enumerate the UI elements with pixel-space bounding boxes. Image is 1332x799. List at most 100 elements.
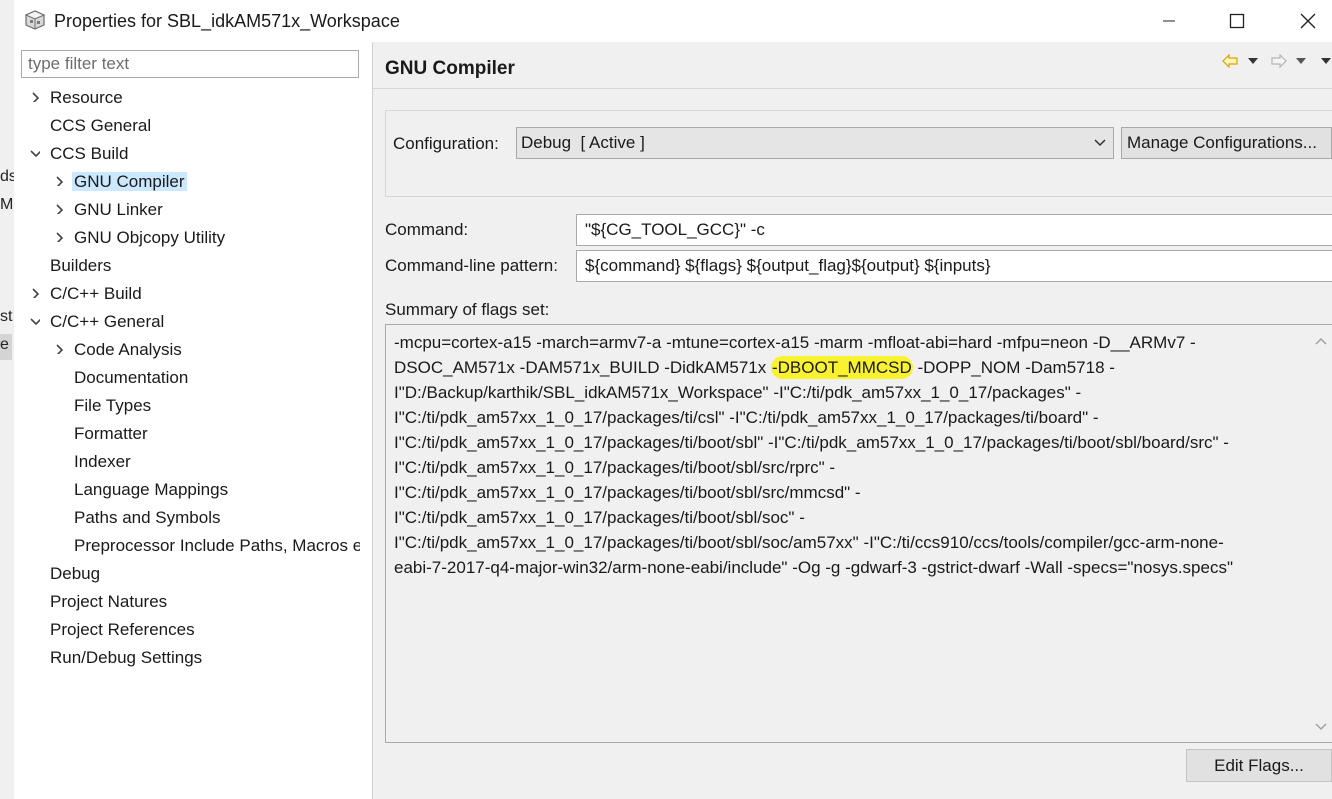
tree-item-label: GNU Compiler xyxy=(72,172,187,191)
chevron-down-icon xyxy=(1094,139,1106,147)
tree-item-documentation[interactable]: Documentation xyxy=(72,364,190,392)
flags-summary-box[interactable]: -mcpu=cortex-a15 -march=armv7-a -mtune=c… xyxy=(385,324,1332,743)
chevron-down-icon[interactable] xyxy=(30,148,40,158)
manage-configurations-button[interactable]: Manage Configurations... xyxy=(1121,127,1332,159)
maximize-button[interactable] xyxy=(1214,0,1260,42)
tree-item-project-natures[interactable]: Project Natures xyxy=(48,588,169,616)
chevron-right-icon[interactable] xyxy=(54,204,64,214)
flags-summary-line: I"C:/ti/pdk_am57xx_1_0_17/packages/ti/bo… xyxy=(394,430,1304,455)
flags-summary-line: I"C:/ti/pdk_am57xx_1_0_17/packages/ti/bo… xyxy=(394,505,1304,530)
flags-summary-line: -mcpu=cortex-a15 -march=armv7-a -mtune=c… xyxy=(394,330,1304,355)
flags-summary-line: I"C:/ti/pdk_am57xx_1_0_17/packages/ti/bo… xyxy=(394,455,1304,480)
chevron-right-icon[interactable] xyxy=(54,232,64,242)
tree-item-label: Project Natures xyxy=(50,592,168,611)
flags-text: I"C:/ti/pdk_am57xx_1_0_17/packages/ti/bo… xyxy=(394,533,1224,552)
tree-item-label: CCS Build xyxy=(50,144,129,163)
flags-text: I"C:/ti/pdk_am57xx_1_0_17/packages/ti/bo… xyxy=(394,458,836,477)
tree-item-gnu-objcopy-utility[interactable]: GNU Objcopy Utility xyxy=(72,224,227,252)
tree-item-paths-and-symbols[interactable]: Paths and Symbols xyxy=(72,504,222,532)
flags-text: -DOPP_NOM -Dam5718 - xyxy=(912,358,1115,377)
flags-text: I"C:/ti/pdk_am57xx_1_0_17/packages/ti/bo… xyxy=(394,508,805,527)
tree-item-c-c-general[interactable]: C/C++ General xyxy=(48,308,166,336)
background-fragment: st xyxy=(0,308,13,325)
view-menu-icon xyxy=(1321,58,1331,64)
highlighted-flag: -DBOOT_MMCSD xyxy=(770,356,913,379)
vertical-scrollbar[interactable] xyxy=(1310,325,1332,742)
tree-item-label: CCS General xyxy=(50,116,152,135)
chevron-right-icon[interactable] xyxy=(54,176,64,186)
tree-item-ccs-general[interactable]: CCS General xyxy=(48,112,153,140)
tree-item-label: Code Analysis xyxy=(74,340,182,359)
flags-summary-line: I"C:/ti/pdk_am57xx_1_0_17/packages/ti/bo… xyxy=(394,530,1304,555)
tree-item-label: Preprocessor Include Paths, Macros etc. xyxy=(74,536,360,555)
close-button[interactable] xyxy=(1285,0,1331,42)
back-button[interactable] xyxy=(1222,52,1238,70)
page-header xyxy=(373,42,1332,89)
minimize-icon xyxy=(1163,20,1175,22)
command-line-pattern-field[interactable]: ${command} ${flags} ${output_flag}${outp… xyxy=(576,250,1332,282)
tree-item-label: Resource xyxy=(50,88,123,107)
tree-item-label: Builders xyxy=(50,256,112,275)
tree-item-ccs-build[interactable]: CCS Build xyxy=(48,140,130,168)
tree-item-language-mappings[interactable]: Language Mappings xyxy=(72,476,230,504)
back-history-dropdown[interactable] xyxy=(1247,52,1259,70)
flags-summary-line: I"D:/Backup/karthik/SBL_idkAM571x_Worksp… xyxy=(394,380,1304,405)
tree-item-label: Documentation xyxy=(74,368,189,387)
tree-item-c-c-build[interactable]: C/C++ Build xyxy=(48,280,144,308)
tree-item-gnu-linker[interactable]: GNU Linker xyxy=(72,196,165,224)
tree-item-gnu-compiler[interactable]: GNU Compiler xyxy=(72,168,187,196)
tree-item-label: Debug xyxy=(50,564,101,583)
close-icon xyxy=(1300,13,1316,29)
summary-label: Summary of flags set: xyxy=(385,300,550,319)
tree-item-label: GNU Objcopy Utility xyxy=(74,228,226,247)
scroll-down-icon[interactable] xyxy=(1315,723,1327,731)
dropdown-caret-icon xyxy=(1248,58,1258,64)
tree-item-label: C/C++ Build xyxy=(50,284,142,303)
tree-item-builders[interactable]: Builders xyxy=(48,252,113,280)
view-menu-button[interactable] xyxy=(1320,52,1332,70)
app-icon xyxy=(24,9,46,31)
flags-summary-line: DSOC_AM571x -DAM571x_BUILD -DidkAM571x -… xyxy=(394,355,1304,380)
command-label: Command: xyxy=(385,220,469,239)
forward-arrow-icon xyxy=(1271,54,1287,68)
tree-item-label: Paths and Symbols xyxy=(74,508,221,527)
configuration-select[interactable]: Debug [ Active ] xyxy=(516,127,1114,159)
tree-item-resource[interactable]: Resource xyxy=(48,84,125,112)
window-title: Properties for SBL_idkAM571x_Workspace xyxy=(54,11,400,31)
chevron-right-icon[interactable] xyxy=(30,92,40,102)
flags-text: I"C:/ti/pdk_am57xx_1_0_17/packages/ti/bo… xyxy=(394,483,861,502)
tree-item-formatter[interactable]: Formatter xyxy=(72,420,150,448)
chevron-down-icon[interactable] xyxy=(30,316,40,326)
tree-item-label: Run/Debug Settings xyxy=(50,648,203,667)
chevron-right-icon[interactable] xyxy=(54,344,64,354)
flags-summary-line: I"C:/ti/pdk_am57xx_1_0_17/packages/ti/cs… xyxy=(394,405,1304,430)
edit-flags-button[interactable]: Edit Flags... xyxy=(1186,749,1332,782)
tree-item-code-analysis[interactable]: Code Analysis xyxy=(72,336,184,364)
minimize-button[interactable] xyxy=(1146,0,1192,42)
background-fragment: e xyxy=(0,336,9,353)
filter-input[interactable] xyxy=(21,50,359,78)
configuration-label: Configuration: xyxy=(393,134,499,153)
forward-button[interactable] xyxy=(1271,52,1287,70)
tree-item-preprocessor-include-paths-macros-etc[interactable]: Preprocessor Include Paths, Macros etc. xyxy=(72,532,360,560)
flags-text: -mcpu=cortex-a15 -march=armv7-a -mtune=c… xyxy=(394,333,1196,352)
flags-text: I"D:/Backup/karthik/SBL_idkAM571x_Worksp… xyxy=(394,383,1082,402)
tree-item-label: GNU Linker xyxy=(74,200,163,219)
tree-item-project-references[interactable]: Project References xyxy=(48,616,197,644)
scroll-up-icon[interactable] xyxy=(1315,337,1327,345)
chevron-right-icon[interactable] xyxy=(30,288,40,298)
tree-item-label: Project References xyxy=(50,620,195,639)
maximize-icon xyxy=(1229,13,1245,29)
tree-item-label: Language Mappings xyxy=(74,480,229,499)
command-line-pattern-label: Command-line pattern: xyxy=(385,256,558,275)
tree-item-debug[interactable]: Debug xyxy=(48,560,102,588)
background-window-edge: ds M st e xyxy=(0,0,17,799)
tree-item-indexer[interactable]: Indexer xyxy=(72,448,133,476)
command-field[interactable]: "${CG_TOOL_GCC}" -c xyxy=(576,214,1332,246)
flags-summary-line: eabi-7-2017-q4-major-win32/arm-none-eabi… xyxy=(394,555,1304,580)
tree-item-file-types[interactable]: File Types xyxy=(72,392,153,420)
configuration-value: Debug [ Active ] xyxy=(521,133,645,152)
tree-item-run-debug-settings[interactable]: Run/Debug Settings xyxy=(48,644,204,672)
forward-history-dropdown[interactable] xyxy=(1295,52,1307,70)
flags-summary-line: I"C:/ti/pdk_am57xx_1_0_17/packages/ti/bo… xyxy=(394,480,1304,505)
